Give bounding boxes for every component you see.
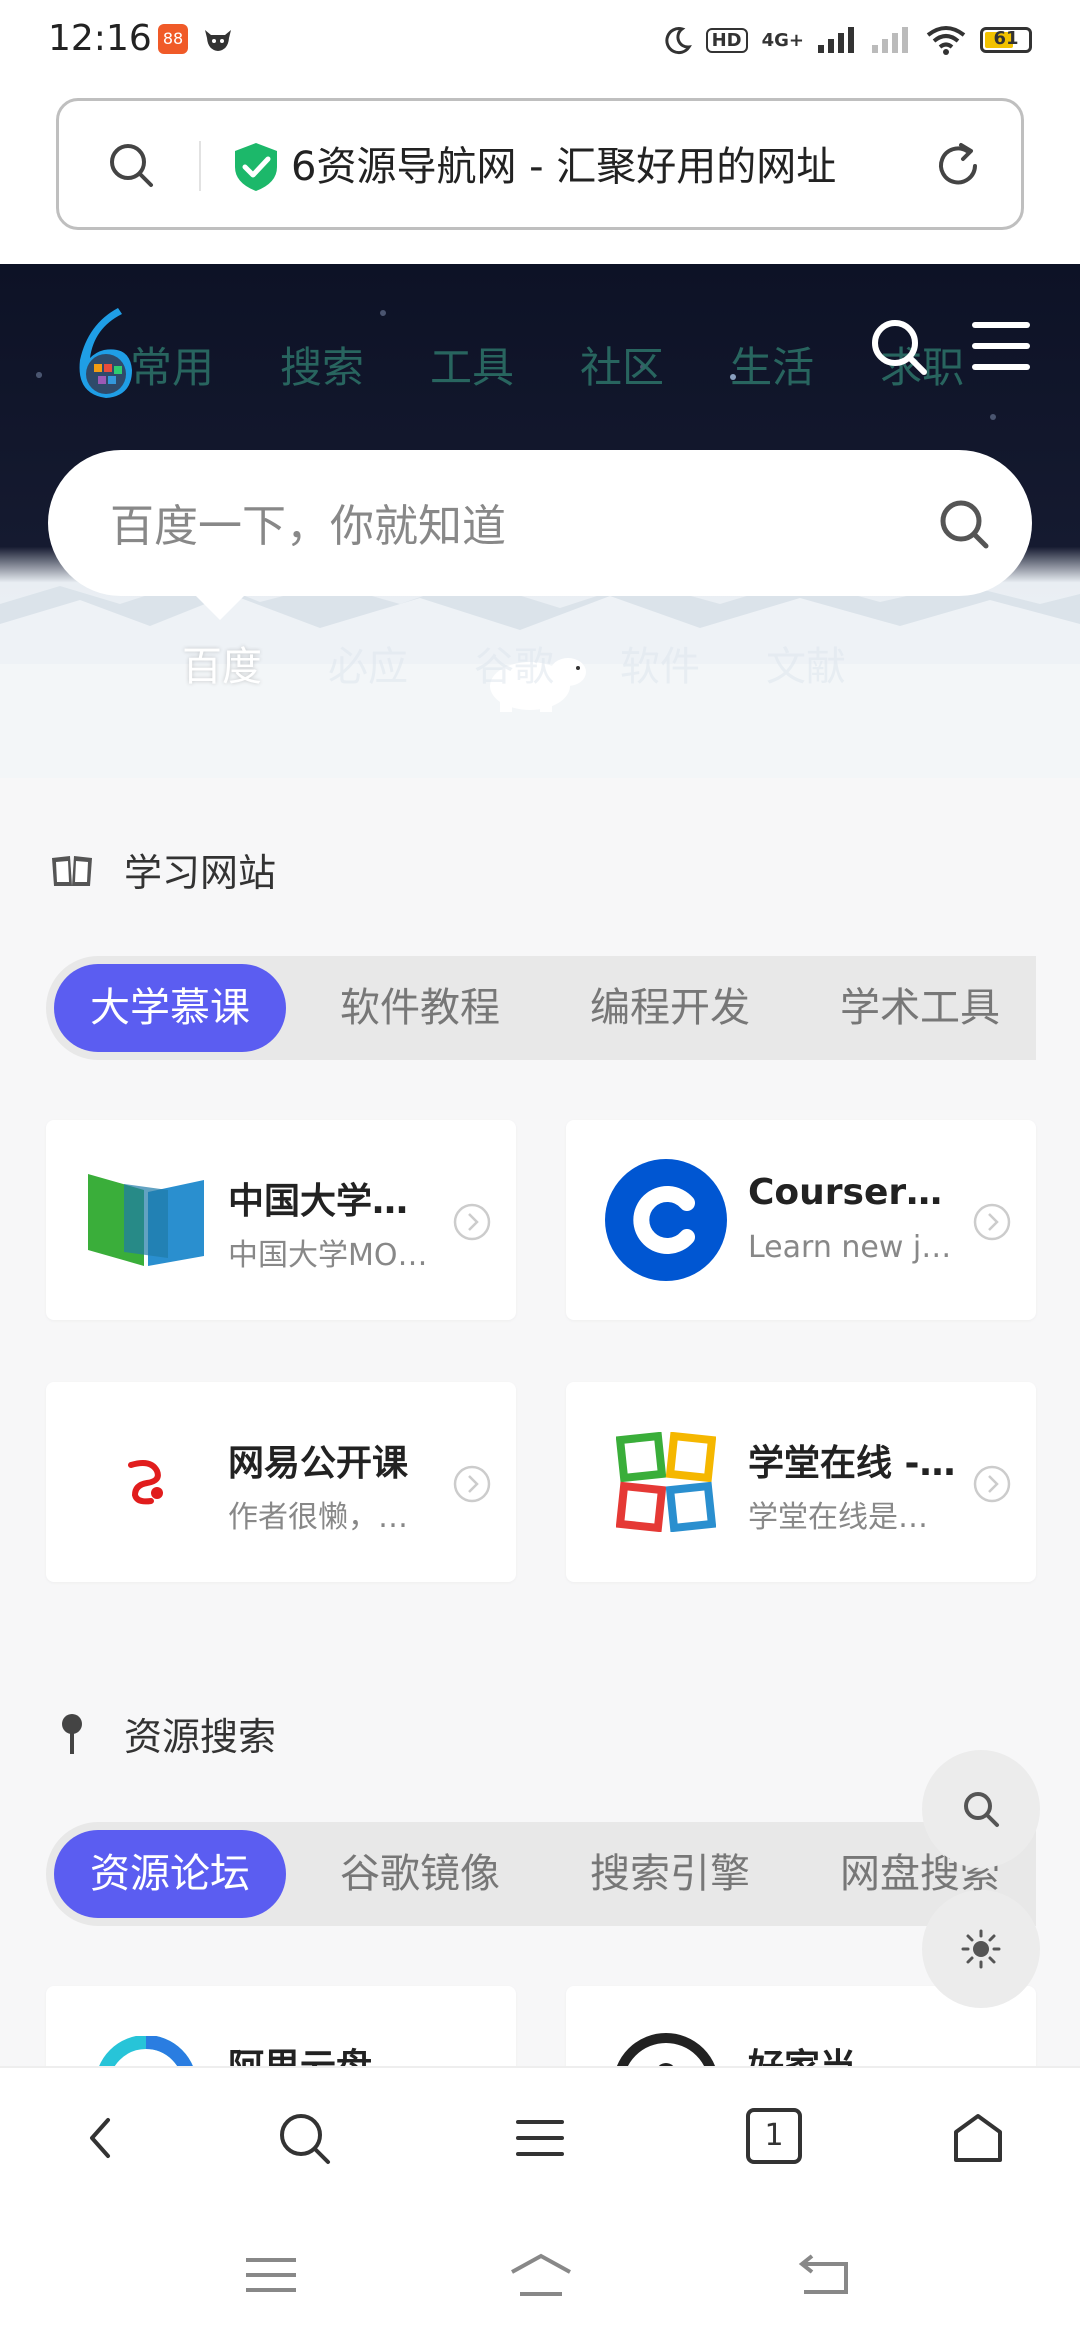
tab-sousuo-yinqing[interactable]: 搜索引擎 — [590, 1822, 750, 1926]
search-icon[interactable] — [107, 141, 155, 189]
system-navigation-bar — [0, 2210, 1080, 2340]
address-bar[interactable]: 6资源导航网 - 汇聚好用的网址 — [56, 98, 1024, 230]
floating-theme-button[interactable] — [922, 1890, 1040, 2008]
engine-tab[interactable]: 百度 — [182, 634, 262, 692]
chevron-right-icon — [453, 1465, 491, 1503]
search-icon[interactable] — [274, 2108, 334, 2168]
search-tab-bar: 资源论坛 谷歌镜像 搜索引擎 网盘搜索 — [46, 1822, 1036, 1926]
app-notification-icon: 88 — [158, 24, 188, 54]
engine-tabs: 百度 必应 谷歌 软件 文献 — [182, 634, 846, 692]
menu-icon[interactable] — [972, 320, 1030, 372]
menu-icon[interactable] — [510, 2108, 570, 2168]
site-card[interactable]: 中国大学… 中国大学MO… — [46, 1120, 516, 1320]
tab-xueshu-gongju[interactable]: 学术工具 — [840, 956, 1000, 1060]
section-title: 学习网站 — [124, 851, 277, 895]
divider — [199, 141, 201, 191]
search-icon[interactable] — [936, 496, 992, 552]
signal-weak-icon — [872, 27, 908, 53]
tabs-count-button[interactable]: 1 — [746, 2108, 802, 2164]
engine-tab[interactable]: 必应 — [328, 634, 408, 692]
nav-item[interactable]: 工具 — [430, 334, 514, 395]
section-header-search: 资源搜索 — [48, 1706, 276, 1761]
back-nav-icon[interactable] — [790, 2250, 860, 2300]
engine-tab[interactable]: 软件 — [620, 634, 700, 692]
card-description: 学堂在线是… — [748, 1500, 928, 1535]
tab-guge-jingxiang[interactable]: 谷歌镜像 — [340, 1822, 500, 1926]
home-icon[interactable] — [948, 2108, 1008, 2168]
shield-check-icon — [235, 143, 277, 191]
site-card[interactable]: 网易公开课 作者很懒，… — [46, 1382, 516, 1582]
tab-daxue-muke[interactable]: 大学慕课 — [54, 964, 286, 1052]
coursera-logo — [602, 1156, 730, 1284]
hero-banner: 常用 搜索 工具 社区 生活 求职 百度一下，你就知道 百度 必应 谷歌 软件 … — [0, 264, 1080, 778]
xuetangx-logo — [602, 1418, 730, 1546]
engine-tab[interactable]: 文献 — [766, 634, 846, 692]
search-box[interactable]: 百度一下，你就知道 — [48, 450, 1032, 596]
bull-app-icon — [205, 30, 231, 51]
clock: 12:16 — [48, 18, 152, 59]
chevron-right-icon — [453, 1203, 491, 1241]
active-engine-caret — [196, 596, 244, 620]
moon-icon — [664, 27, 692, 55]
search-icon — [964, 1792, 999, 1827]
nav-item[interactable]: 社区 — [580, 334, 664, 395]
chevron-right-icon — [973, 1203, 1011, 1241]
back-icon[interactable] — [72, 2108, 132, 2168]
tab-ruanjian-jiaocheng[interactable]: 软件教程 — [340, 956, 500, 1060]
card-description: 作者很懒，… — [228, 1500, 408, 1535]
site-card[interactable]: 学堂在线 -… 学堂在线是… — [566, 1382, 1036, 1582]
nav-item[interactable]: 常用 — [130, 334, 214, 395]
engine-tab[interactable]: 谷歌 — [474, 634, 554, 692]
chevron-right-icon — [973, 1465, 1011, 1503]
recent-apps-icon[interactable] — [236, 2250, 306, 2300]
signal-icon — [818, 27, 854, 53]
card-title: 学堂在线 -… — [748, 1443, 956, 1484]
network-type: 4G+ — [761, 29, 804, 51]
battery-icon: 61 — [980, 27, 1032, 53]
reload-icon[interactable] — [931, 139, 985, 193]
card-title: 网易公开课 — [228, 1443, 409, 1484]
site-card[interactable]: Coursera |… Learn new j… — [566, 1120, 1036, 1320]
tab-ziyuan-luntan[interactable]: 资源论坛 — [54, 1830, 286, 1918]
browser-toolbar: 1 — [0, 2066, 1080, 2210]
search-placeholder[interactable]: 百度一下，你就知道 — [110, 490, 506, 554]
card-description: 中国大学MO… — [228, 1238, 428, 1273]
wifi-icon — [926, 26, 966, 55]
floating-search-button[interactable] — [922, 1750, 1040, 1868]
page-title[interactable]: 6资源导航网 - 汇聚好用的网址 — [291, 137, 941, 197]
tab-biancheng-kaifa[interactable]: 编程开发 — [590, 956, 750, 1060]
hd-badge: HD — [705, 27, 748, 53]
mooc-logo — [82, 1156, 210, 1284]
book-icon — [52, 855, 92, 886]
sun-icon — [961, 1929, 1001, 1969]
search-icon[interactable] — [868, 316, 930, 378]
nav-item[interactable]: 搜索 — [280, 334, 364, 395]
section-header-study: 学习网站 — [48, 842, 276, 897]
card-title: 中国大学… — [228, 1181, 409, 1222]
card-title: Coursera |… — [748, 1172, 958, 1213]
section-title: 资源搜索 — [124, 1715, 277, 1759]
card-description: Learn new j… — [748, 1230, 952, 1265]
nav-item[interactable]: 生活 — [730, 334, 814, 395]
netease-open-course-logo — [82, 1418, 210, 1546]
address-bar-container: 6资源导航网 - 汇聚好用的网址 — [0, 84, 1080, 264]
home-nav-icon[interactable] — [506, 2250, 576, 2300]
study-tab-bar: 大学慕课 软件教程 编程开发 学术工具 — [46, 956, 1036, 1060]
category-nav: 常用 搜索 工具 社区 生活 求职 — [130, 334, 964, 395]
pin-icon — [62, 1713, 82, 1754]
status-bar: 12:16 88 HD 4G+ 61 — [0, 0, 1080, 84]
